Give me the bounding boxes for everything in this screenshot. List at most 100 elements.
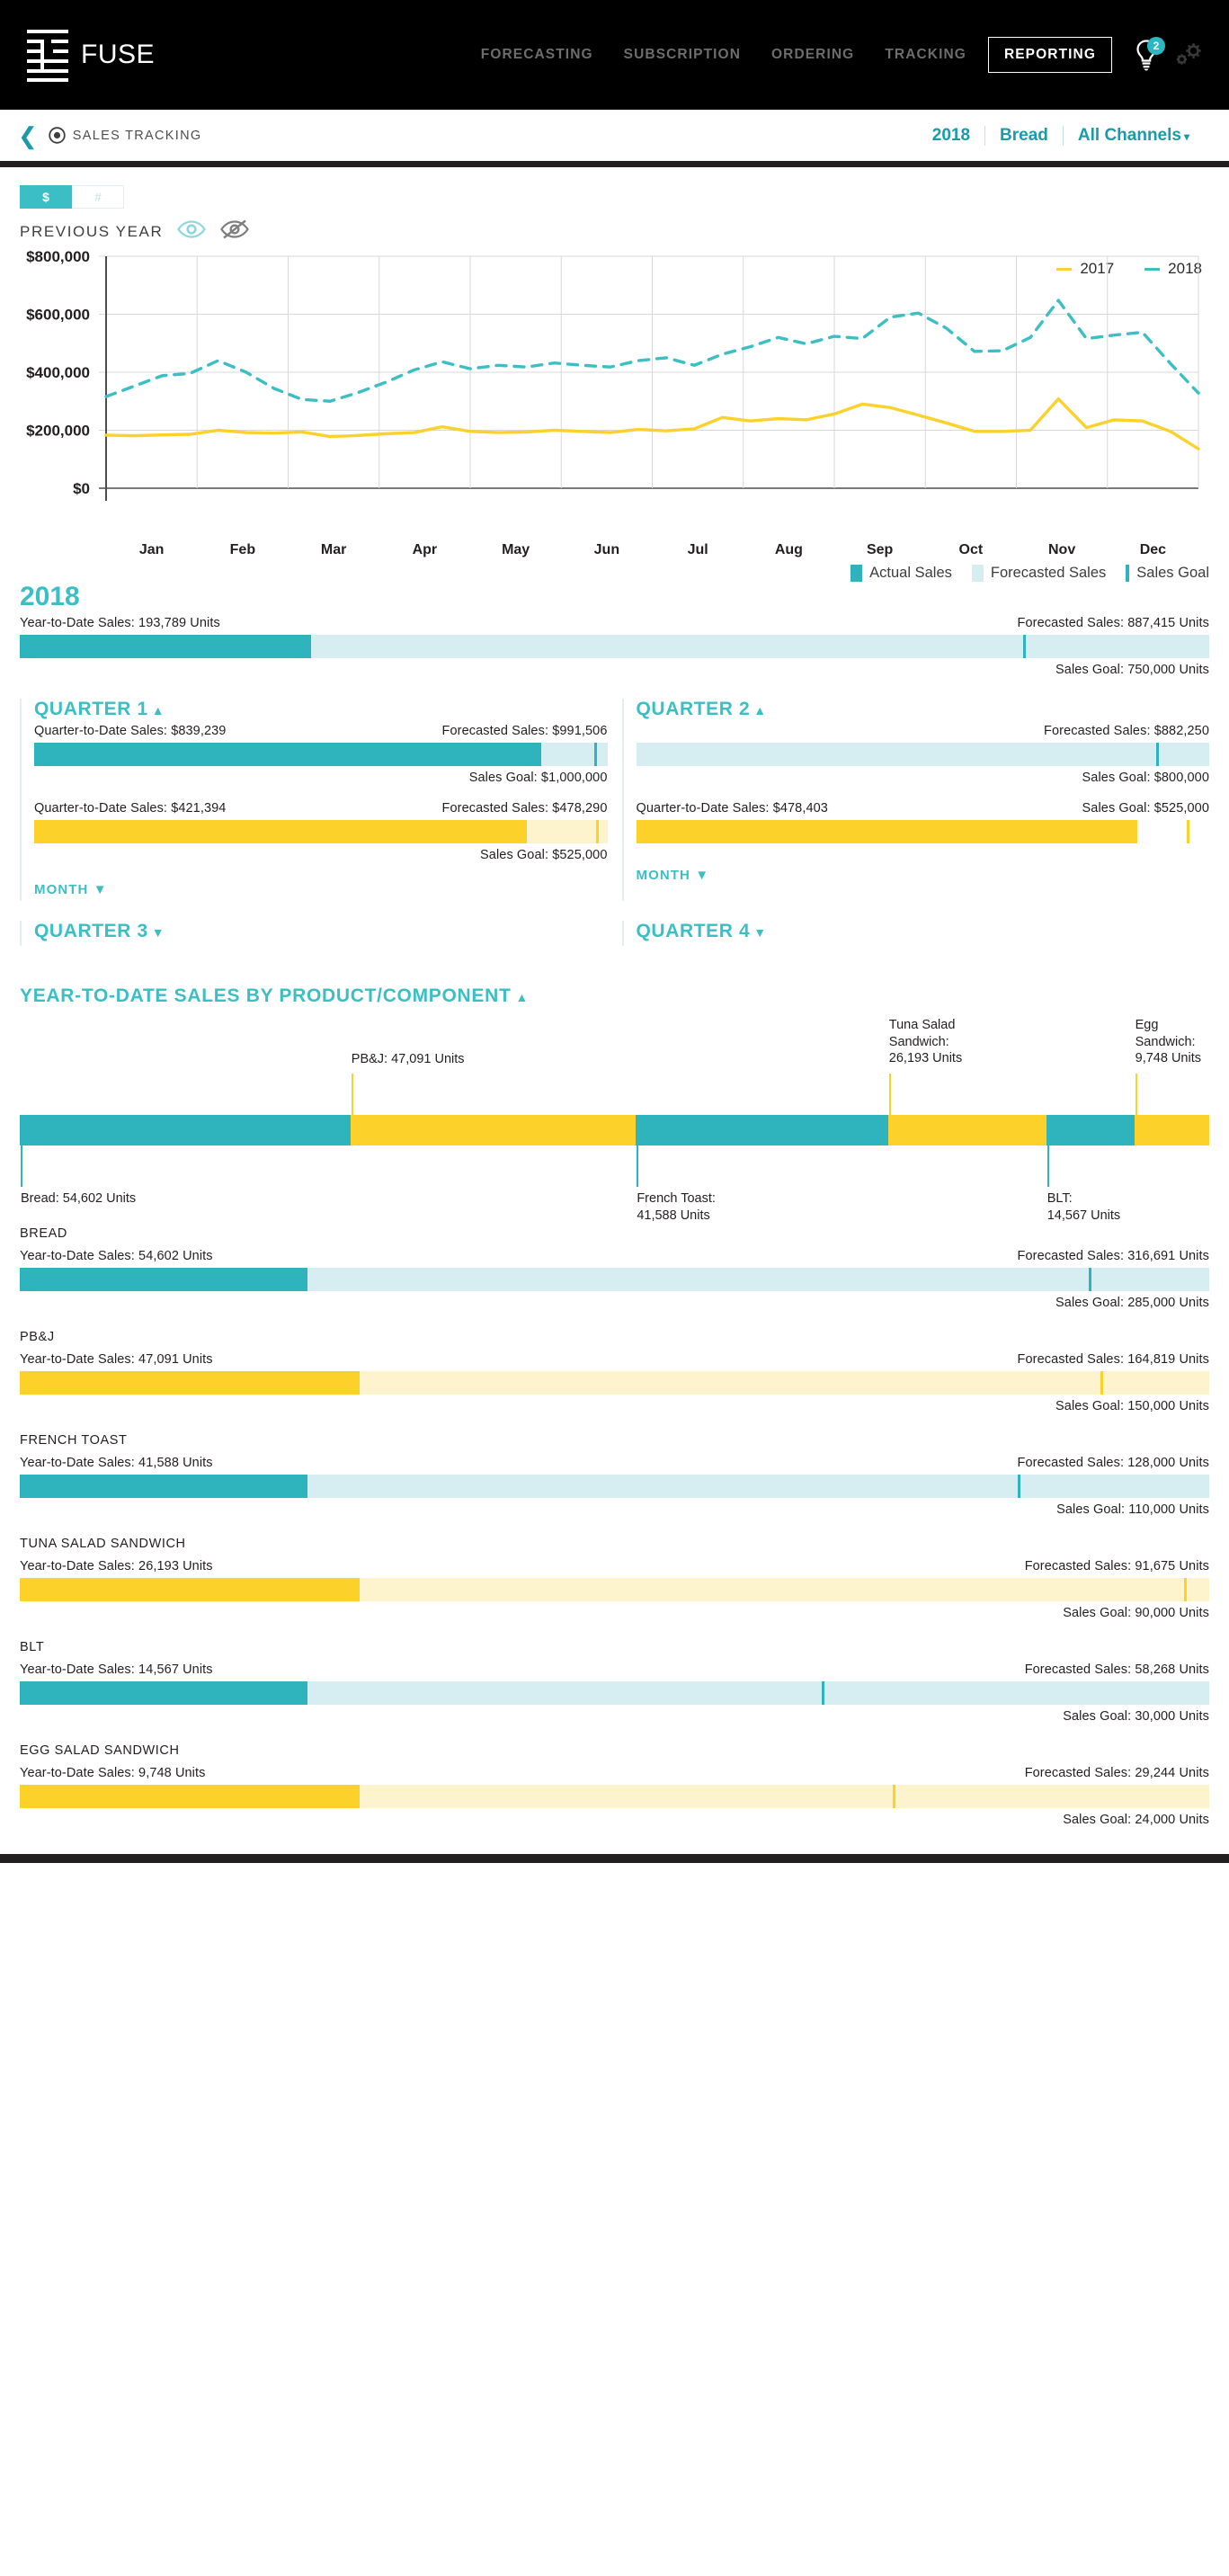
quarter-card-2: QUARTER 2 ▲ Forecasted Sales: $882,250 Sa… (621, 699, 1210, 901)
chart-x-tick: Sep (866, 542, 894, 557)
product-actual-label: Year-to-Date Sales: 26,193 Units (20, 1559, 213, 1573)
progress-track (20, 1371, 1209, 1395)
product-goal-bar: Year-to-Date Sales: 47,091 Units Forecast… (20, 1352, 1209, 1413)
year-actual-label: Year-to-Date Sales: 193,789 Units (20, 616, 220, 630)
product-rows: BREAD Year-to-Date Sales: 54,602 Units For… (20, 1226, 1209, 1827)
legend-swatch-actual (851, 565, 863, 582)
product-actual-label: Year-to-Date Sales: 9,748 Units (20, 1766, 206, 1780)
filter-product[interactable]: Bread (985, 126, 1063, 146)
progress-track (20, 1785, 1209, 1808)
quarter-2-bar-units: Quarter-to-Date Sales: $478,403 Sales Go… (636, 801, 1209, 848)
back-chevron-icon[interactable]: ❮ (18, 124, 38, 147)
callout-line (21, 1145, 22, 1187)
progress-actual-fill (34, 743, 542, 766)
product-actual-label: Year-to-Date Sales: 47,091 Units (20, 1352, 213, 1367)
progress-actual-fill (20, 635, 312, 658)
stack-segment[interactable] (887, 1115, 1046, 1145)
toggle-units[interactable]: # (72, 185, 124, 209)
progress-track (20, 1578, 1209, 1601)
quarter-card-4: QUARTER 4 ▼ (621, 921, 1210, 946)
legend-swatch-goal (1126, 565, 1130, 582)
q1-b1-goal-label: Sales Goal: $1,000,000 (468, 771, 608, 785)
product-goal-bar: Year-to-Date Sales: 41,588 Units Forecast… (20, 1456, 1209, 1517)
product-actual-label: Year-to-Date Sales: 41,588 Units (20, 1456, 213, 1470)
nav-link-tracking[interactable]: TRACKING (869, 47, 982, 63)
legend-sales-goal: Sales Goal (1126, 565, 1209, 582)
product-row: BLT Year-to-Date Sales: 14,567 Units Forec… (20, 1640, 1209, 1724)
quarter-1-header[interactable]: QUARTER 1 ▲ (34, 699, 608, 720)
stack-segment[interactable] (20, 1115, 351, 1145)
unit-toggle: $ # (20, 185, 124, 209)
eye-icon[interactable] (177, 219, 207, 244)
q1-b1-actual-label: Quarter-to-Date Sales: $839,239 (34, 724, 227, 738)
callout-line (351, 1074, 353, 1115)
stacked-bar (20, 1115, 1209, 1145)
nav-link-forecasting[interactable]: FORECASTING (466, 47, 609, 63)
progress-track (34, 743, 608, 766)
goal-marker (594, 743, 598, 766)
footer-bar (0, 1854, 1229, 1863)
quarter-card-3: QUARTER 3 ▼ (20, 921, 608, 946)
filter-year[interactable]: 2018 (918, 126, 984, 146)
product-section-header[interactable]: YEAR-TO-DATE SALES BY PRODUCT/COMPONENT ▲ (20, 985, 1209, 1007)
filter-channel[interactable]: All Channels ▾ (1064, 126, 1204, 146)
toggle-currency[interactable]: $ (20, 185, 72, 209)
nav-link-subscription[interactable]: SUBSCRIPTION (609, 47, 756, 63)
brand-logo[interactable]: FUSE (27, 28, 155, 82)
filter-group: 2018 Bread All Channels ▾ (918, 125, 1204, 146)
lightbulb-icon[interactable]: 2 (1134, 37, 1165, 71)
stack-segment[interactable] (1134, 1115, 1209, 1145)
stack-segment[interactable] (350, 1115, 637, 1145)
goal-marker (1156, 743, 1160, 766)
nav-link-ordering[interactable]: ORDERING (756, 47, 869, 63)
fuse-logo-icon (27, 28, 68, 82)
nav-link-reporting[interactable]: REPORTING (987, 37, 1112, 73)
legend-forecasted-sales: Forecasted Sales (971, 565, 1106, 582)
product-name: BREAD (20, 1226, 67, 1241)
legend-actual-sales: Actual Sales (851, 565, 952, 582)
progress-forecast-fill (636, 743, 1209, 766)
chart-x-tick: Nov (1048, 542, 1076, 557)
q1-b1-forecast-label: Forecasted Sales: $991,506 (441, 724, 608, 738)
quarter-1-title: QUARTER 1 (34, 699, 148, 719)
progress-actual-fill (636, 820, 1138, 843)
gears-icon[interactable] (1173, 40, 1204, 69)
progress-track (20, 1268, 1209, 1291)
product-goal-bar: Year-to-Date Sales: 9,748 Units Forecaste… (20, 1766, 1209, 1827)
chart-x-tick: Dec (1139, 542, 1167, 557)
progress-track (636, 743, 1209, 766)
product-name: PB&J (20, 1330, 55, 1344)
year-goal-label: Sales Goal: 750,000 Units (1055, 663, 1209, 677)
quarter-3-header[interactable]: QUARTER 3 ▼ (34, 921, 608, 942)
previous-year-label: PREVIOUS YEAR (20, 222, 164, 240)
quarter-1-month-toggle[interactable]: MONTH ▼ (34, 882, 608, 897)
chart-x-tick: Apr (412, 542, 438, 557)
progress-actual-fill (20, 1785, 361, 1808)
year-goal-bar: Year-to-Date Sales: 193,789 Units Foreca… (20, 616, 1209, 677)
quarter-4-header[interactable]: QUARTER 4 ▼ (637, 921, 1210, 942)
goal-marker (596, 820, 600, 843)
expand-icon: ▼ (753, 925, 767, 940)
legend-label-goal: Sales Goal (1136, 565, 1209, 581)
filter-channel-label: All Channels (1077, 125, 1181, 145)
callout-label: Tuna Salad Sandwich: 26,193 Units (888, 1018, 963, 1066)
chevron-down-icon: ▼ (93, 882, 108, 897)
stack-segment[interactable] (1046, 1115, 1135, 1145)
legend-label-actual: Actual Sales (869, 565, 952, 581)
product-forecast-label: Forecasted Sales: 58,268 Units (1024, 1662, 1209, 1677)
svg-text:$400,000: $400,000 (26, 364, 90, 381)
product-goal-label: Sales Goal: 24,000 Units (1063, 1813, 1209, 1827)
callout-line (637, 1145, 639, 1187)
product-forecast-label: Forecasted Sales: 316,691 Units (1017, 1249, 1209, 1263)
product-stacked-bar-chart: Bread: 54,602 Units PB&J: 47,091 Units Fre… (20, 1018, 1209, 1223)
quarter-2-month-toggle[interactable]: MONTH ▼ (637, 868, 1210, 883)
expand-icon: ▼ (151, 925, 165, 940)
quarter-2-title: QUARTER 2 (636, 699, 751, 719)
stack-segment[interactable] (636, 1115, 888, 1145)
eye-off-icon[interactable] (220, 219, 250, 244)
progress-actual-fill (20, 1371, 361, 1395)
chart-x-tick: Mar (320, 542, 347, 557)
product-goal-label: Sales Goal: 90,000 Units (1063, 1606, 1209, 1620)
quarter-2-header[interactable]: QUARTER 2 ▲ (637, 699, 1210, 720)
goal-marker (1017, 1475, 1020, 1498)
